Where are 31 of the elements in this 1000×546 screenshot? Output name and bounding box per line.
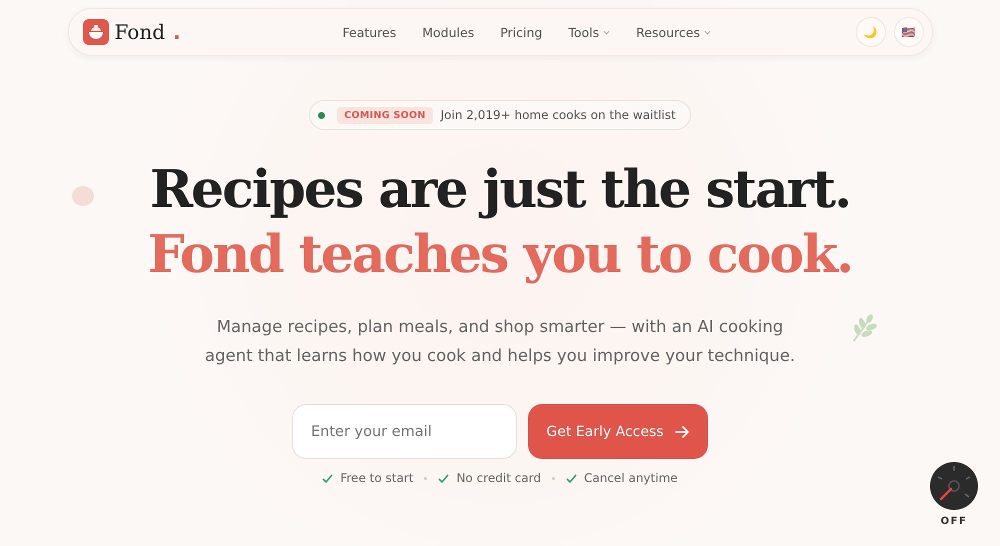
chevron-icon xyxy=(603,30,610,34)
check-icon xyxy=(438,474,450,482)
announcement-text: Join 2,019+ home cooks on the waitlist xyxy=(440,108,676,122)
chevron-icon xyxy=(704,30,711,34)
tomato-icon xyxy=(72,186,94,206)
check-icon xyxy=(566,474,577,482)
perk-text: Free to start xyxy=(340,471,414,485)
gauge-label: OFF xyxy=(940,516,968,527)
nav-link[interactable]: Tools xyxy=(568,24,610,40)
separator-dot xyxy=(552,476,555,480)
arrow-icon xyxy=(674,424,690,440)
coming-soon-tag: COMING SOON xyxy=(337,106,433,124)
check-icon xyxy=(322,474,334,482)
email-field[interactable]: Enter your email xyxy=(292,404,517,459)
pot-icon xyxy=(82,19,108,45)
nav-link[interactable]: Pricing xyxy=(500,24,542,40)
nav-link[interactable]: Features xyxy=(342,24,396,40)
nav-link[interactable]: Resources xyxy=(636,24,711,40)
nav-link[interactable]: Modules xyxy=(422,24,474,40)
logo-dot: . xyxy=(173,20,181,44)
logo-text: Fond xyxy=(114,20,166,44)
perk-text: Cancel anytime xyxy=(584,471,678,485)
hero-description: Manage recipes, plan meals, and shop smarter — with an AI cooking agent that learns how you cook and helps you improve your technique. xyxy=(204,316,796,367)
hero-subtitle: Fond teaches you to cook. xyxy=(148,223,852,287)
hero-title: Recipes are just the start. xyxy=(150,158,850,222)
status-dot xyxy=(318,112,326,118)
perk-text: No credit card xyxy=(456,471,541,485)
gauge-dial-icon xyxy=(929,461,979,511)
get-early-access-button[interactable]: Get Early Access xyxy=(528,404,708,459)
language-button[interactable]: 🇺🇸 xyxy=(894,17,924,47)
separator-dot xyxy=(424,476,428,480)
